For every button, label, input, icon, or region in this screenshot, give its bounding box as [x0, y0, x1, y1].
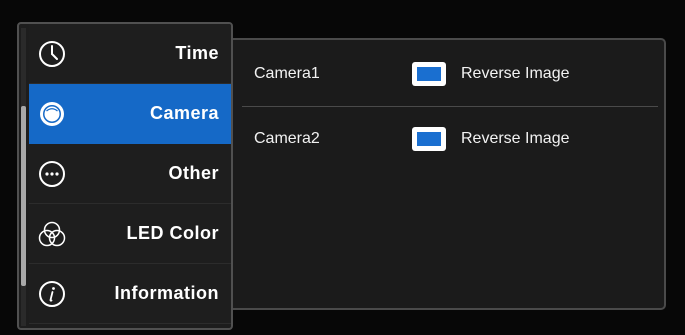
row-divider — [242, 106, 658, 107]
sidebar-item-label: LED Color — [126, 223, 219, 243]
sidebar-item-label: Information — [114, 283, 219, 303]
sidebar-item-label: Other — [168, 163, 219, 183]
settings-sidebar: Time Camera Other LED Color Information — [17, 22, 233, 330]
camera1-row: Camera1 Reverse Image — [254, 62, 570, 86]
sidebar-item-camera[interactable]: Camera — [29, 84, 231, 144]
info-icon — [31, 279, 73, 309]
sidebar-item-led-color[interactable]: LED Color — [29, 204, 231, 264]
settings-screen: Camera1 Reverse Image Camera2 Reverse Im… — [0, 0, 685, 335]
camera1-reverse-image-label: Reverse Image — [461, 65, 570, 82]
sidebar-item-information[interactable]: Information — [29, 264, 231, 324]
sidebar-menu: Time Camera Other LED Color Information — [29, 24, 231, 324]
more-icon — [31, 159, 73, 189]
sidebar-scrollbar-thumb[interactable] — [21, 106, 26, 286]
sidebar-item-label: Camera — [149, 103, 219, 123]
color-circles-icon — [31, 219, 73, 249]
checkbox-checked-indicator — [417, 132, 441, 146]
clock-icon — [31, 39, 73, 69]
checkbox-checked-indicator — [417, 67, 441, 81]
camera2-row: Camera2 Reverse Image — [254, 127, 570, 151]
camera1-reverse-image-checkbox[interactable] — [412, 62, 446, 86]
camera-icon — [31, 99, 73, 129]
sidebar-item-other[interactable]: Other — [29, 144, 231, 204]
camera2-reverse-image-checkbox[interactable] — [412, 127, 446, 151]
sidebar-item-time[interactable]: Time — [29, 24, 231, 84]
camera2-label: Camera2 — [254, 130, 320, 147]
camera2-reverse-image-label: Reverse Image — [461, 130, 570, 147]
camera1-label: Camera1 — [254, 65, 320, 82]
sidebar-item-label: Time — [175, 43, 219, 63]
